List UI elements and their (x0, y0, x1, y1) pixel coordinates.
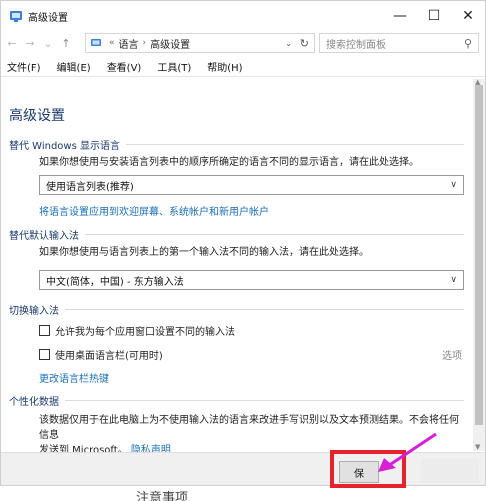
background-heading: 注意事项 (136, 491, 189, 501)
desktop-language-bar-checkbox[interactable]: 使用桌面语言栏(可用时) (39, 347, 163, 362)
default-input-select[interactable]: 中文(简体，中国) - 东方输入法 ∨ (39, 270, 464, 290)
menu-help[interactable]: 帮助(H) (207, 59, 242, 74)
history-dropdown-icon[interactable]: ⌄ (41, 34, 55, 52)
scroll-down-icon[interactable]: ▼ (475, 443, 480, 451)
breadcrumb-advanced-settings[interactable]: 高级设置 (150, 36, 190, 51)
window-title: 高级设置 (28, 12, 68, 24)
menu-edit[interactable]: 编辑(E) (57, 59, 91, 74)
address-dropdown-icon[interactable]: ⌄ (285, 39, 292, 48)
control-panel-icon (10, 11, 22, 22)
default-input-description: 如果你想使用与语言列表上的第一个输入法不同的输入法，请在此处选择。 (39, 247, 369, 258)
refresh-icon[interactable]: ↻ (300, 37, 309, 50)
settings-content: 高级设置 替代 Windows 显示语言 如果你想使用与安装语言列表中的顺序所确… (1, 79, 475, 456)
chevron-down-icon: ∨ (450, 275, 457, 285)
display-language-select[interactable]: 使用语言列表(推荐) ∨ (39, 175, 464, 195)
display-language-description: 如果你想使用与安装语言列表中的顺序所确定的语言不同的显示语言，请在此处选择。 (39, 157, 419, 168)
personalization-header: 个性化数据 (9, 393, 464, 408)
checkbox-box[interactable] (39, 349, 50, 360)
breadcrumb-overflow[interactable]: « (109, 38, 115, 48)
menu-view[interactable]: 查看(V) (107, 59, 142, 74)
up-arrow-icon[interactable]: ↑ (59, 34, 73, 52)
menu-bar: 文件(F) 编辑(E) 查看(V) 工具(T) 帮助(H) (1, 57, 485, 77)
annotation-arrow-icon (378, 432, 437, 472)
chevron-down-icon: ∨ (450, 180, 457, 190)
title-bar: 高级设置 — ☐ ✕ (1, 1, 485, 31)
switch-input-header: 切换输入法 (9, 302, 464, 317)
checkbox-box[interactable] (39, 325, 50, 336)
language-bar-options-link[interactable]: 选项 (442, 347, 462, 362)
back-arrow-icon[interactable]: ← (5, 34, 19, 52)
menu-tools[interactable]: 工具(T) (157, 59, 191, 74)
close-button[interactable]: ✕ (451, 1, 485, 31)
address-bar[interactable]: « 语言 › 高级设置 ⌄ ↻ (85, 33, 315, 53)
vertical-scrollbar[interactable]: ▲ ▼ (473, 78, 485, 451)
change-language-bar-hotkeys-link[interactable]: 更改语言栏热键 (39, 370, 109, 385)
page-title: 高级设置 (9, 108, 65, 124)
breadcrumb-language[interactable]: 语言 (119, 36, 139, 51)
minimize-button[interactable]: — (383, 1, 417, 31)
menu-file[interactable]: 文件(F) (7, 59, 41, 74)
apply-language-settings-link[interactable]: 将语言设置应用到欢迎屏幕、系统帐户和新用户帐户 (39, 203, 269, 218)
maximize-button[interactable]: ☐ (417, 1, 451, 31)
display-language-header: 替代 Windows 显示语言 (9, 137, 464, 152)
advanced-settings-window: 高级设置 — ☐ ✕ ← → ⌄ ↑ « 语言 › 高级设置 ⌄ ↻ 搜索控制面… (0, 0, 486, 486)
search-icon[interactable]: ⚲ (464, 37, 472, 50)
per-app-input-checkbox[interactable]: 允许我为每个应用窗口设置不同的输入法 (39, 323, 235, 338)
navigation-bar: ← → ⌄ ↑ « 语言 › 高级设置 ⌄ ↻ 搜索控制面板 ⚲ (1, 31, 485, 55)
search-input[interactable]: 搜索控制面板 ⚲ (319, 33, 479, 53)
control-panel-small-icon (91, 39, 101, 46)
default-input-header: 替代默认输入法 (9, 227, 464, 242)
forward-arrow-icon[interactable]: → (23, 34, 37, 52)
scrollbar-thumb[interactable] (475, 85, 483, 425)
search-placeholder: 搜索控制面板 (326, 39, 386, 51)
breadcrumb-separator-icon: › (142, 38, 147, 48)
